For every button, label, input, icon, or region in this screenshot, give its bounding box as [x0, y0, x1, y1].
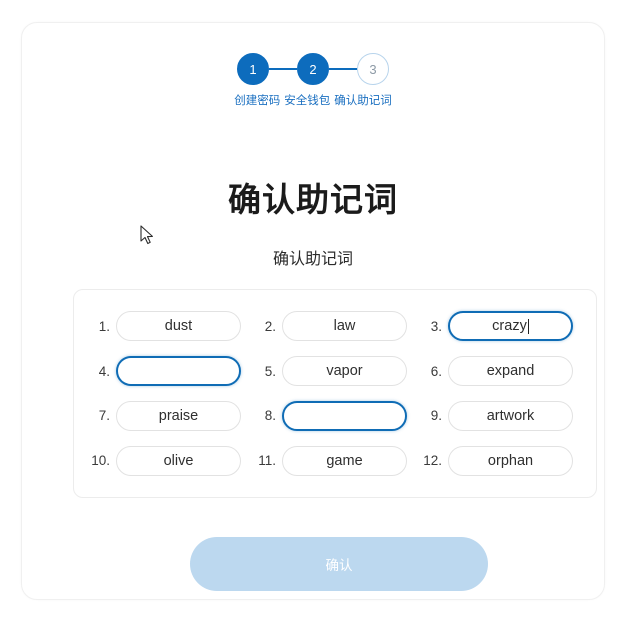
- mnemonic-word-input-6[interactable]: expand: [448, 356, 573, 387]
- text-caret: [527, 318, 529, 334]
- mnemonic-word-input-10[interactable]: olive: [116, 445, 241, 476]
- mnemonic-index-label: 11.: [258, 453, 276, 469]
- step-3-number: 3: [369, 61, 377, 77]
- mnemonic-word-input-9[interactable]: artwork: [448, 400, 573, 431]
- mnemonic-grid: 1. dust 2. law 3. crazy 4. 5. vapor 6. expand 7. pra…: [90, 304, 580, 483]
- mnemonic-cell: 8.: [256, 394, 414, 439]
- mnemonic-cell: 1. dust: [90, 304, 248, 349]
- mnemonic-word-input-12[interactable]: orphan: [448, 445, 573, 476]
- step-connector-1: [269, 68, 297, 70]
- mnemonic-cell: 12. orphan: [422, 438, 580, 483]
- mnemonic-cell: 10. olive: [90, 438, 248, 483]
- mnemonic-index-label: 1.: [98, 318, 110, 334]
- mnemonic-cell: 4.: [90, 349, 248, 394]
- confirm-button[interactable]: 确认: [190, 537, 488, 591]
- mnemonic-word-value: crazy: [492, 318, 527, 335]
- mnemonic-word-value: olive: [163, 452, 194, 469]
- step-1-number: 1: [249, 61, 257, 77]
- mnemonic-word-input-8[interactable]: [282, 400, 407, 431]
- stepper-labels: 创建密码 安全钱包 确认助记词: [231, 94, 395, 109]
- wallet-card: 1 2 3 创建密码 安全钱包 确认助记词 确认助记词 确认助记词 1. dust…: [21, 22, 605, 600]
- mnemonic-word-value: artwork: [486, 407, 535, 424]
- mnemonic-word-value: orphan: [487, 452, 534, 469]
- stepper-circles: 1 2 3: [237, 53, 389, 85]
- mnemonic-cell: 11. game: [256, 438, 414, 483]
- mnemonic-index-label: 7.: [98, 408, 110, 424]
- mnemonic-cell: 5. vapor: [256, 349, 414, 394]
- mnemonic-cell: 6. expand: [422, 349, 580, 394]
- mnemonic-cell: 3. crazy: [422, 304, 580, 349]
- mnemonic-index-label: 6.: [430, 363, 442, 379]
- step-3-label: 确认助记词: [334, 95, 392, 107]
- mnemonic-word-value: law: [333, 318, 356, 335]
- mnemonic-word-input-7[interactable]: praise: [116, 400, 241, 431]
- step-1-label: 创建密码: [234, 95, 281, 107]
- page-subtitle: 确认助记词: [272, 251, 353, 268]
- mnemonic-index-label: 3.: [430, 318, 442, 334]
- progress-stepper: 1 2 3 创建密码 安全钱包 确认助记词: [22, 53, 604, 109]
- mnemonic-cell: 2. law: [256, 304, 414, 349]
- mnemonic-word-value: praise: [158, 407, 199, 424]
- step-connector-2: [329, 68, 357, 70]
- mnemonic-word-value: vapor: [326, 363, 363, 380]
- mnemonic-grid-panel: 1. dust 2. law 3. crazy 4. 5. vapor 6. expand 7. pra…: [73, 289, 597, 498]
- step-1-circle[interactable]: 1: [237, 53, 269, 85]
- mnemonic-cell: 7. praise: [90, 394, 248, 439]
- page-title: 确认助记词: [228, 181, 398, 218]
- mnemonic-index-label: 8.: [264, 408, 276, 424]
- step-2-label: 安全钱包: [284, 95, 331, 107]
- mnemonic-word-value: expand: [486, 363, 535, 380]
- mnemonic-word-value: dust: [164, 318, 193, 335]
- mnemonic-word-input-11[interactable]: game: [282, 445, 407, 476]
- mnemonic-word-input-1[interactable]: dust: [116, 311, 241, 342]
- mnemonic-index-label: 2.: [264, 318, 276, 334]
- mnemonic-word-value: game: [326, 452, 363, 469]
- mnemonic-word-input-2[interactable]: law: [282, 311, 407, 342]
- step-2-number: 2: [309, 61, 317, 77]
- step-3-circle[interactable]: 3: [357, 53, 389, 85]
- mnemonic-cell: 9. artwork: [422, 394, 580, 439]
- mnemonic-index-label: 4.: [98, 363, 110, 379]
- mnemonic-index-label: 10.: [91, 453, 110, 469]
- mnemonic-word-input-4[interactable]: [116, 356, 241, 387]
- step-2-circle[interactable]: 2: [297, 53, 329, 85]
- mnemonic-word-input-3[interactable]: crazy: [448, 311, 573, 342]
- mnemonic-index-label: 9.: [430, 408, 442, 424]
- mnemonic-index-label: 5.: [264, 363, 276, 379]
- mnemonic-word-input-5[interactable]: vapor: [282, 356, 407, 387]
- mnemonic-index-label: 12.: [423, 453, 442, 469]
